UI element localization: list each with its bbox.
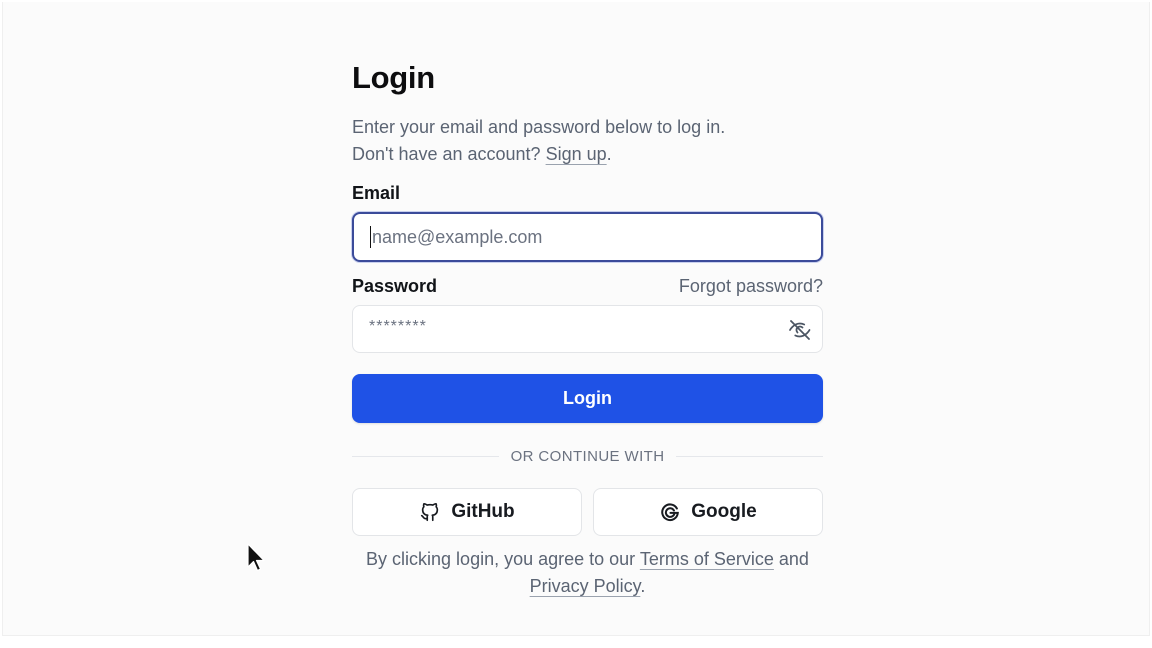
mouse-pointer-icon: [247, 543, 265, 572]
signup-prompt: Don't have an account?: [352, 144, 546, 164]
forgot-password-link[interactable]: Forgot password?: [679, 276, 823, 297]
terms-prefix: By clicking login, you agree to our: [366, 549, 640, 569]
terms-notice: By clicking login, you agree to our Term…: [352, 546, 823, 600]
terms-middle: and: [773, 549, 809, 569]
email-field[interactable]: name@example.com: [352, 212, 823, 262]
divider-line-left: [352, 455, 499, 457]
subtitle-line-1: Enter your email and password below to l…: [352, 117, 726, 137]
form-subtitle: Enter your email and password below to l…: [352, 114, 725, 168]
password-label: Password: [352, 276, 438, 296]
subtitle-line-2: Don't have an account? Sign up.: [352, 141, 725, 168]
signup-suffix: .: [606, 144, 612, 164]
google-label: Google: [691, 501, 757, 522]
divider-text: OR CONTINUE WITH: [510, 447, 665, 465]
login-button[interactable]: Login: [352, 374, 823, 423]
terms-suffix: .: [640, 576, 646, 596]
terms-of-service-link[interactable]: Terms of Service: [640, 549, 774, 569]
google-button[interactable]: Google: [593, 488, 823, 536]
text-caret: [370, 226, 371, 248]
page-title: Login: [352, 60, 435, 95]
github-icon: [421, 502, 439, 522]
email-label: Email: [352, 183, 401, 203]
signup-link[interactable]: Sign up: [546, 144, 607, 164]
eye-off-icon[interactable]: [788, 318, 812, 342]
github-label: GitHub: [451, 501, 515, 522]
google-icon: [661, 503, 680, 522]
divider-line-right: [676, 455, 824, 457]
or-divider: OR CONTINUE WITH: [352, 446, 824, 466]
github-button[interactable]: GitHub: [352, 488, 582, 536]
email-placeholder: name@example.com: [372, 226, 543, 247]
privacy-policy-link[interactable]: Privacy Policy: [530, 576, 641, 596]
password-value: ********: [369, 318, 427, 335]
password-field[interactable]: ********: [352, 305, 823, 353]
